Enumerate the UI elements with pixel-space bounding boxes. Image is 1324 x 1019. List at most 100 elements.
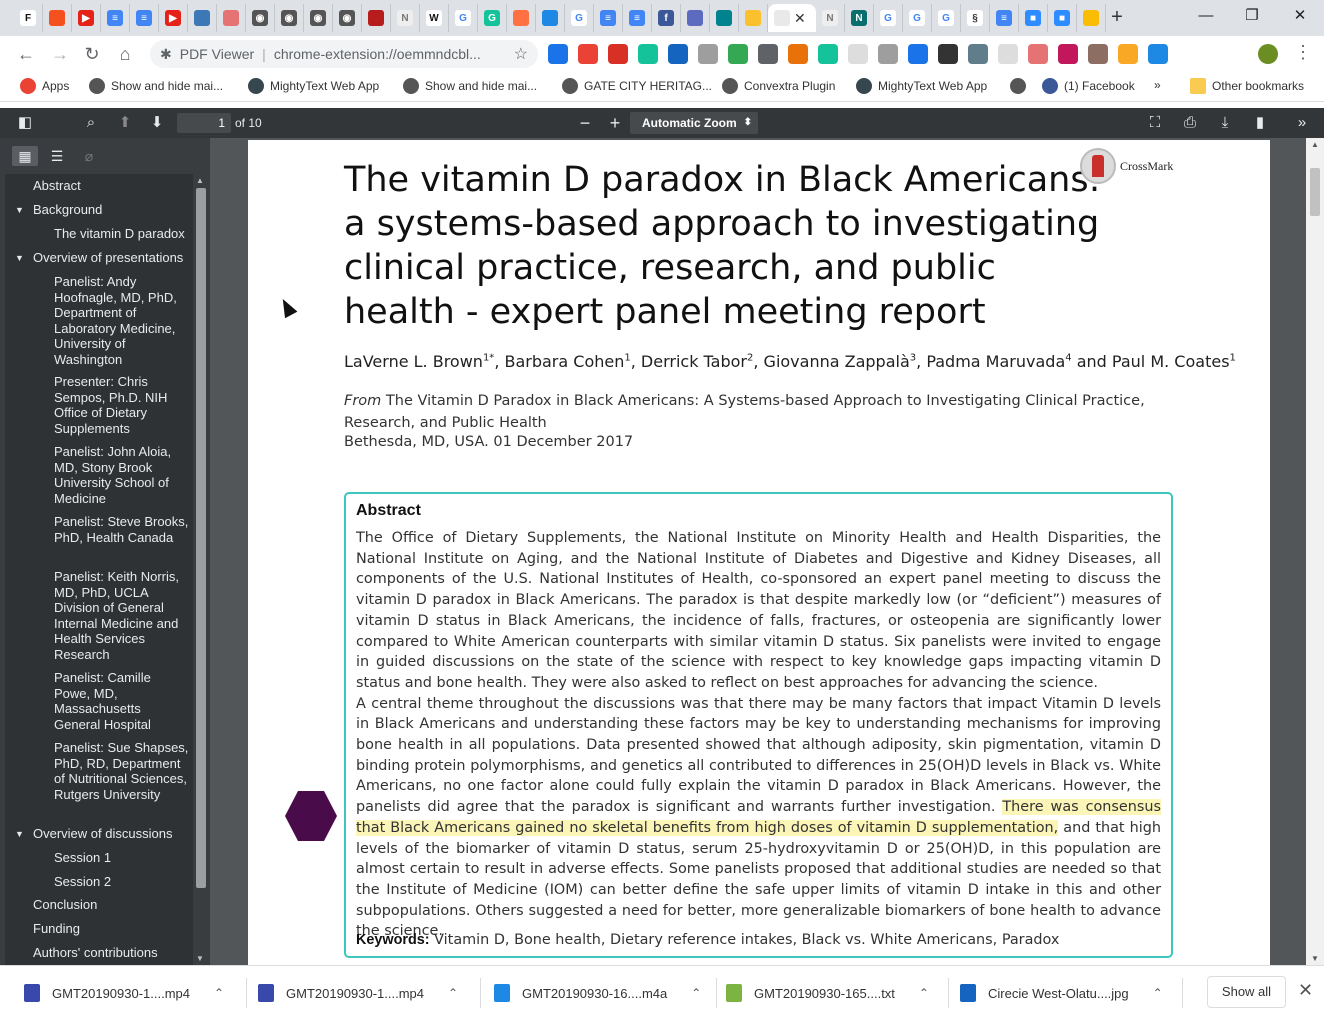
tab-generic-3[interactable]: ◉ (304, 4, 333, 32)
maximize-button[interactable]: ❐ (1234, 4, 1270, 28)
bookmark-show-hide-1[interactable]: Show and hide mai... (89, 78, 223, 94)
bookmark-star-icon[interactable]: ☆ (514, 44, 528, 64)
minimize-button[interactable]: — (1188, 4, 1224, 28)
sidebar-toggle-icon[interactable]: ◧ (14, 113, 36, 133)
zoom-select[interactable]: Automatic Zoom ⬍ (630, 112, 758, 134)
outline-item[interactable]: Conclusion (33, 897, 189, 913)
tab-pdf[interactable] (217, 4, 246, 32)
tab-youtube-1[interactable]: ▶ (72, 4, 101, 32)
tab-google-4[interactable]: G (903, 4, 932, 32)
author-name[interactable]: Barbara Cohen (504, 352, 624, 371)
extension-6-icon[interactable] (698, 44, 718, 64)
outline-item[interactable]: Panelist: Andy Hoofnagle, MD, PhD, Depar… (54, 274, 189, 367)
chevron-up-icon[interactable]: ⌃ (448, 986, 458, 1000)
chevron-up-icon[interactable]: ⌃ (1153, 986, 1163, 1000)
doc-scroll-up-icon[interactable]: ▲ (1311, 140, 1319, 149)
bookmark-apps[interactable]: Apps (20, 78, 69, 94)
presentation-mode-icon[interactable]: ⛶ (1144, 113, 1166, 133)
outline-icon[interactable]: ☰ (44, 146, 70, 166)
download-txt[interactable]: GMT20190930-165....txt ⌃ (726, 982, 929, 1004)
tab-docs-4[interactable]: ≡ (623, 4, 652, 32)
close-window-button[interactable]: ✕ (1282, 4, 1318, 28)
tab-docs-3[interactable]: ≡ (594, 4, 623, 32)
crossmark-badge[interactable]: CrossMark (1080, 148, 1173, 184)
extension-11-icon[interactable] (848, 44, 868, 64)
tab-generic-2[interactable]: ◉ (275, 4, 304, 32)
tab-docs-1[interactable]: ≡ (101, 4, 130, 32)
tab-generic-1[interactable]: ◉ (246, 4, 275, 32)
tab-google-3[interactable]: G (874, 4, 903, 32)
browser-menu-icon[interactable]: ⋮ (1294, 42, 1312, 63)
outline-item[interactable]: Authors' contributions (33, 945, 189, 961)
forward-icon[interactable]: → (48, 42, 72, 66)
extension-2-icon[interactable] (578, 44, 598, 64)
tab-orange-circle[interactable] (507, 4, 536, 32)
page-number-input[interactable]: 1 (177, 113, 231, 133)
download-mp4-1[interactable]: GMT20190930-1....mp4 ⌃ (24, 982, 224, 1004)
extension-20-icon[interactable] (1118, 44, 1138, 64)
tab-yellow[interactable] (739, 4, 768, 32)
tab-google-1[interactable]: G (449, 4, 478, 32)
outline-item[interactable]: Abstract (33, 178, 189, 194)
download-jpg[interactable]: Cirecie West-Olatu....jpg ⌃ (960, 982, 1163, 1004)
new-tab-button[interactable]: + (1106, 6, 1128, 29)
document-viewport[interactable]: The vitamin D paradox in Black Americans… (210, 138, 1306, 965)
tab-active-pdf[interactable]: ✕ (768, 4, 816, 32)
extension-19-icon[interactable] (1088, 44, 1108, 64)
other-bookmarks[interactable]: Other bookmarks (1190, 78, 1304, 94)
tab-zoom-1[interactable]: ■ (1019, 4, 1048, 32)
extension-13-icon[interactable] (908, 44, 928, 64)
profile-avatar[interactable] (1258, 44, 1278, 64)
tab-docs-5[interactable]: ≡ (990, 4, 1019, 32)
expand-triangle-icon[interactable]: ▼ (15, 253, 24, 263)
doc-scroll-down-icon[interactable]: ▼ (1311, 954, 1319, 963)
tab-teal[interactable] (710, 4, 739, 32)
bookmark-facebook[interactable]: (1) Facebook (1042, 78, 1135, 94)
sidebar-scrollbar[interactable]: ▲ ▼ (194, 174, 208, 965)
extension-4-icon[interactable] (638, 44, 658, 64)
find-icon[interactable]: ⌕ (80, 113, 102, 133)
bookmark-gate-city[interactable]: GATE CITY HERITAG... (562, 78, 712, 94)
outline-item[interactable]: Session 1 (54, 850, 189, 866)
bookmark-icon[interactable]: ▮ (1249, 113, 1271, 133)
tab-nature-1[interactable]: N (391, 4, 420, 32)
tab-generic-4[interactable]: ◉ (333, 4, 362, 32)
outline-item[interactable]: The vitamin D paradox (54, 226, 189, 242)
extension-8-icon[interactable] (758, 44, 778, 64)
author-name[interactable]: LaVerne L. Brown (344, 352, 483, 371)
chevron-up-icon[interactable]: ⌃ (919, 986, 929, 1000)
close-downloads-icon[interactable]: ✕ (1298, 980, 1313, 1001)
author-name[interactable]: Padma Maruvada (926, 352, 1065, 371)
chevron-up-icon[interactable]: ⌃ (214, 986, 224, 1000)
tab-keep[interactable] (1077, 4, 1106, 32)
home-icon[interactable]: ⌂ (113, 42, 137, 66)
tab-youtube-2[interactable]: ▶ (159, 4, 188, 32)
author-name[interactable]: Derrick Tabor (641, 352, 747, 371)
close-tab-icon[interactable]: ✕ (794, 10, 806, 27)
extension-16-icon[interactable] (998, 44, 1018, 64)
tab-blue-circle[interactable] (536, 4, 565, 32)
outline-item[interactable]: Presenter: Chris Sempos, Ph.D. NIH Offic… (54, 374, 189, 436)
extension-15-icon[interactable] (968, 44, 988, 64)
print-icon[interactable]: ⎙ (1179, 113, 1201, 133)
bookmark-mightytext-2[interactable]: MightyText Web App (856, 78, 987, 94)
author-name[interactable]: Paul M. Coates (1112, 352, 1230, 371)
outline-item[interactable]: Overview of discussions (33, 826, 189, 842)
tab-google-2[interactable]: G (565, 4, 594, 32)
tab-orange[interactable] (43, 4, 72, 32)
tab-facebook[interactable]: f (652, 4, 681, 32)
tab-bank[interactable] (188, 4, 217, 32)
tab-zoom-2[interactable]: ■ (1048, 4, 1077, 32)
tab-f[interactable]: F (14, 4, 43, 32)
extension-10-icon[interactable] (818, 44, 838, 64)
document-scroll-thumb[interactable] (1310, 168, 1320, 216)
tab-grammarly[interactable]: G (478, 4, 507, 32)
tools-menu-icon[interactable]: » (1291, 113, 1313, 133)
tab-docs-2[interactable]: ≡ (130, 4, 159, 32)
chevron-up-icon[interactable]: ⌃ (691, 986, 701, 1000)
bookmarks-overflow[interactable]: » (1154, 78, 1161, 92)
outline-item[interactable]: Panelist: Steve Brooks, PhD, Health Cana… (54, 514, 189, 560)
extension-21-icon[interactable] (1148, 44, 1168, 64)
tab-nature-2[interactable]: N (816, 4, 845, 32)
outline-item[interactable]: Overview of presentations (33, 250, 189, 266)
